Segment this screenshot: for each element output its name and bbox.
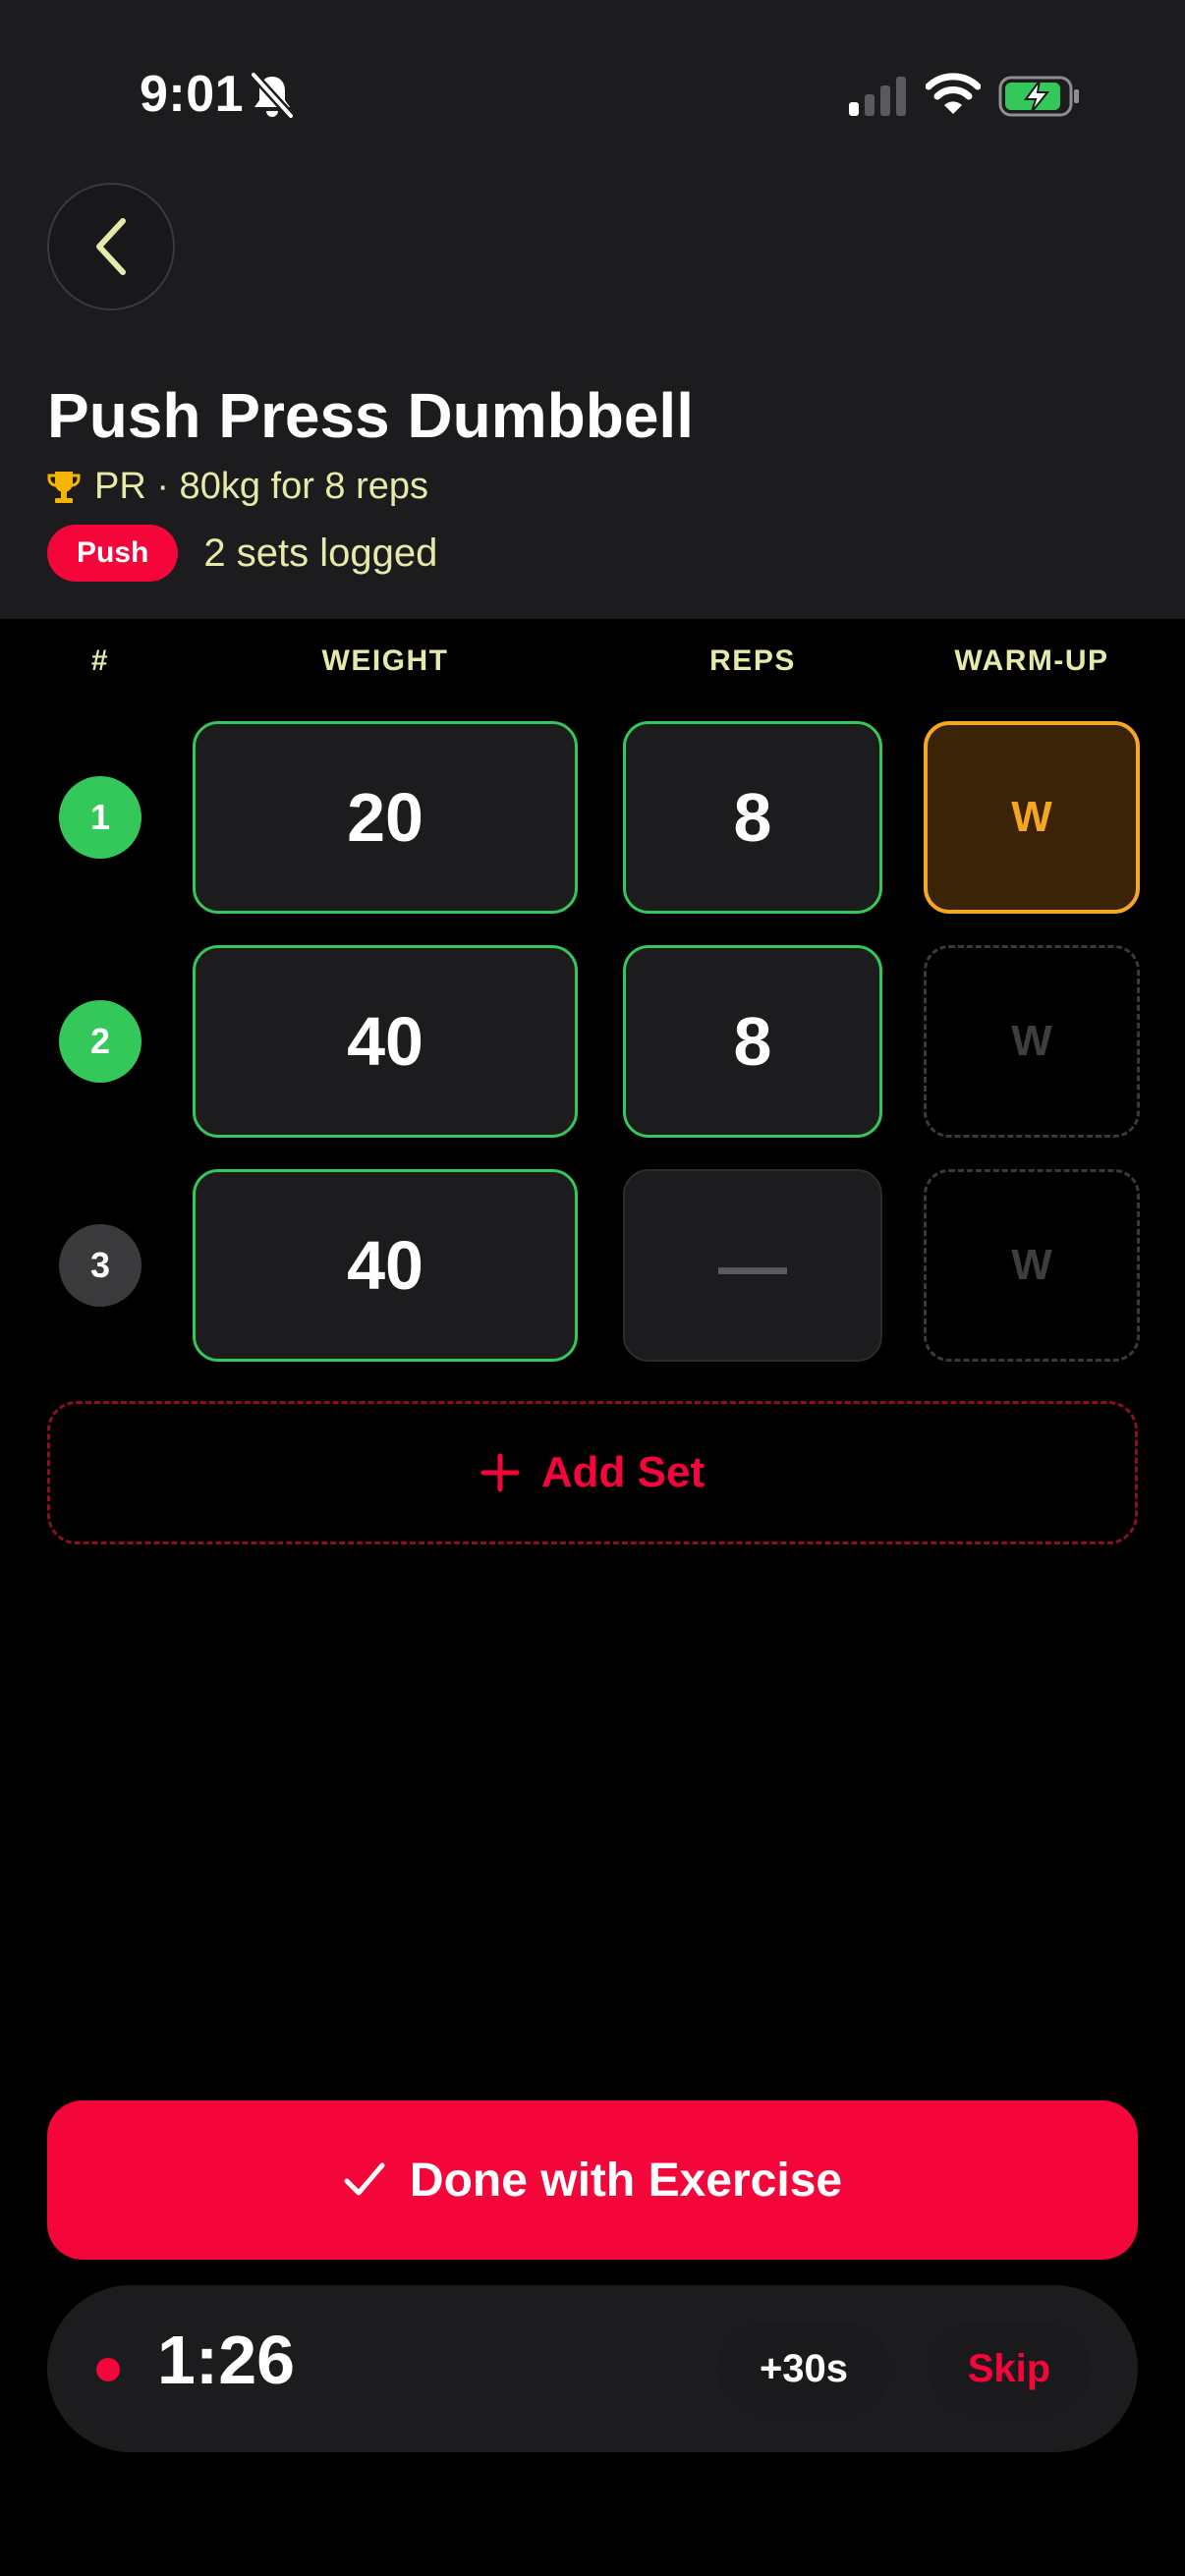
- reps-input[interactable]: 8: [623, 945, 882, 1138]
- reps-input[interactable]: 8: [623, 721, 882, 914]
- timer-indicator-dot: [96, 2358, 120, 2381]
- exercise-title: Push Press Dumbbell: [47, 380, 694, 451]
- set-number-badge: 1: [59, 776, 141, 859]
- weight-input[interactable]: 40: [193, 1169, 578, 1362]
- column-header-weight: WEIGHT: [321, 644, 449, 677]
- weight-input[interactable]: 20: [193, 721, 578, 914]
- warmup-toggle[interactable]: W: [924, 721, 1140, 914]
- checkmark-icon: [344, 2162, 385, 2196]
- chevron-left-icon: [96, 218, 126, 275]
- wifi-icon: [926, 73, 981, 114]
- plus-icon: [480, 1453, 520, 1492]
- personal-record: PR · 80kg for 8 reps: [47, 466, 428, 508]
- bell-muted-icon: [250, 71, 295, 120]
- column-header-number: #: [90, 644, 110, 677]
- add-set-label: Add Set: [540, 1448, 705, 1496]
- status-time: 9:01: [140, 66, 245, 123]
- reps-input[interactable]: —: [623, 1169, 882, 1362]
- column-header-reps: REPS: [709, 644, 796, 677]
- done-label: Done with Exercise: [409, 2154, 843, 2207]
- add-30s-button[interactable]: +30s: [717, 2323, 890, 2415]
- cellular-signal-icon: [849, 77, 906, 116]
- exercise-meta: Push 2 sets logged: [47, 525, 437, 582]
- set-number-badge: 3: [59, 1224, 141, 1307]
- sets-logged-count: 2 sets logged: [203, 531, 438, 575]
- rest-timer-value: 1:26: [157, 2322, 296, 2398]
- add-set-button[interactable]: Add Set: [47, 1401, 1138, 1544]
- skip-rest-button[interactable]: Skip: [928, 2323, 1091, 2415]
- warmup-toggle[interactable]: W: [924, 1169, 1140, 1362]
- rest-timer-bar: 1:26 +30s Skip: [47, 2285, 1138, 2452]
- column-header-warmup: WARM-UP: [954, 644, 1109, 677]
- battery-charging-icon: [998, 76, 1079, 117]
- category-tag: Push: [47, 525, 179, 582]
- weight-input[interactable]: 40: [193, 945, 578, 1138]
- warmup-toggle[interactable]: W: [924, 945, 1140, 1138]
- back-button[interactable]: [47, 183, 175, 310]
- done-with-exercise-button[interactable]: Done with Exercise: [47, 2100, 1138, 2260]
- trophy-icon: [47, 471, 81, 503]
- set-number-badge: 2: [59, 1000, 141, 1083]
- pr-text: PR · 80kg for 8 reps: [94, 466, 429, 507]
